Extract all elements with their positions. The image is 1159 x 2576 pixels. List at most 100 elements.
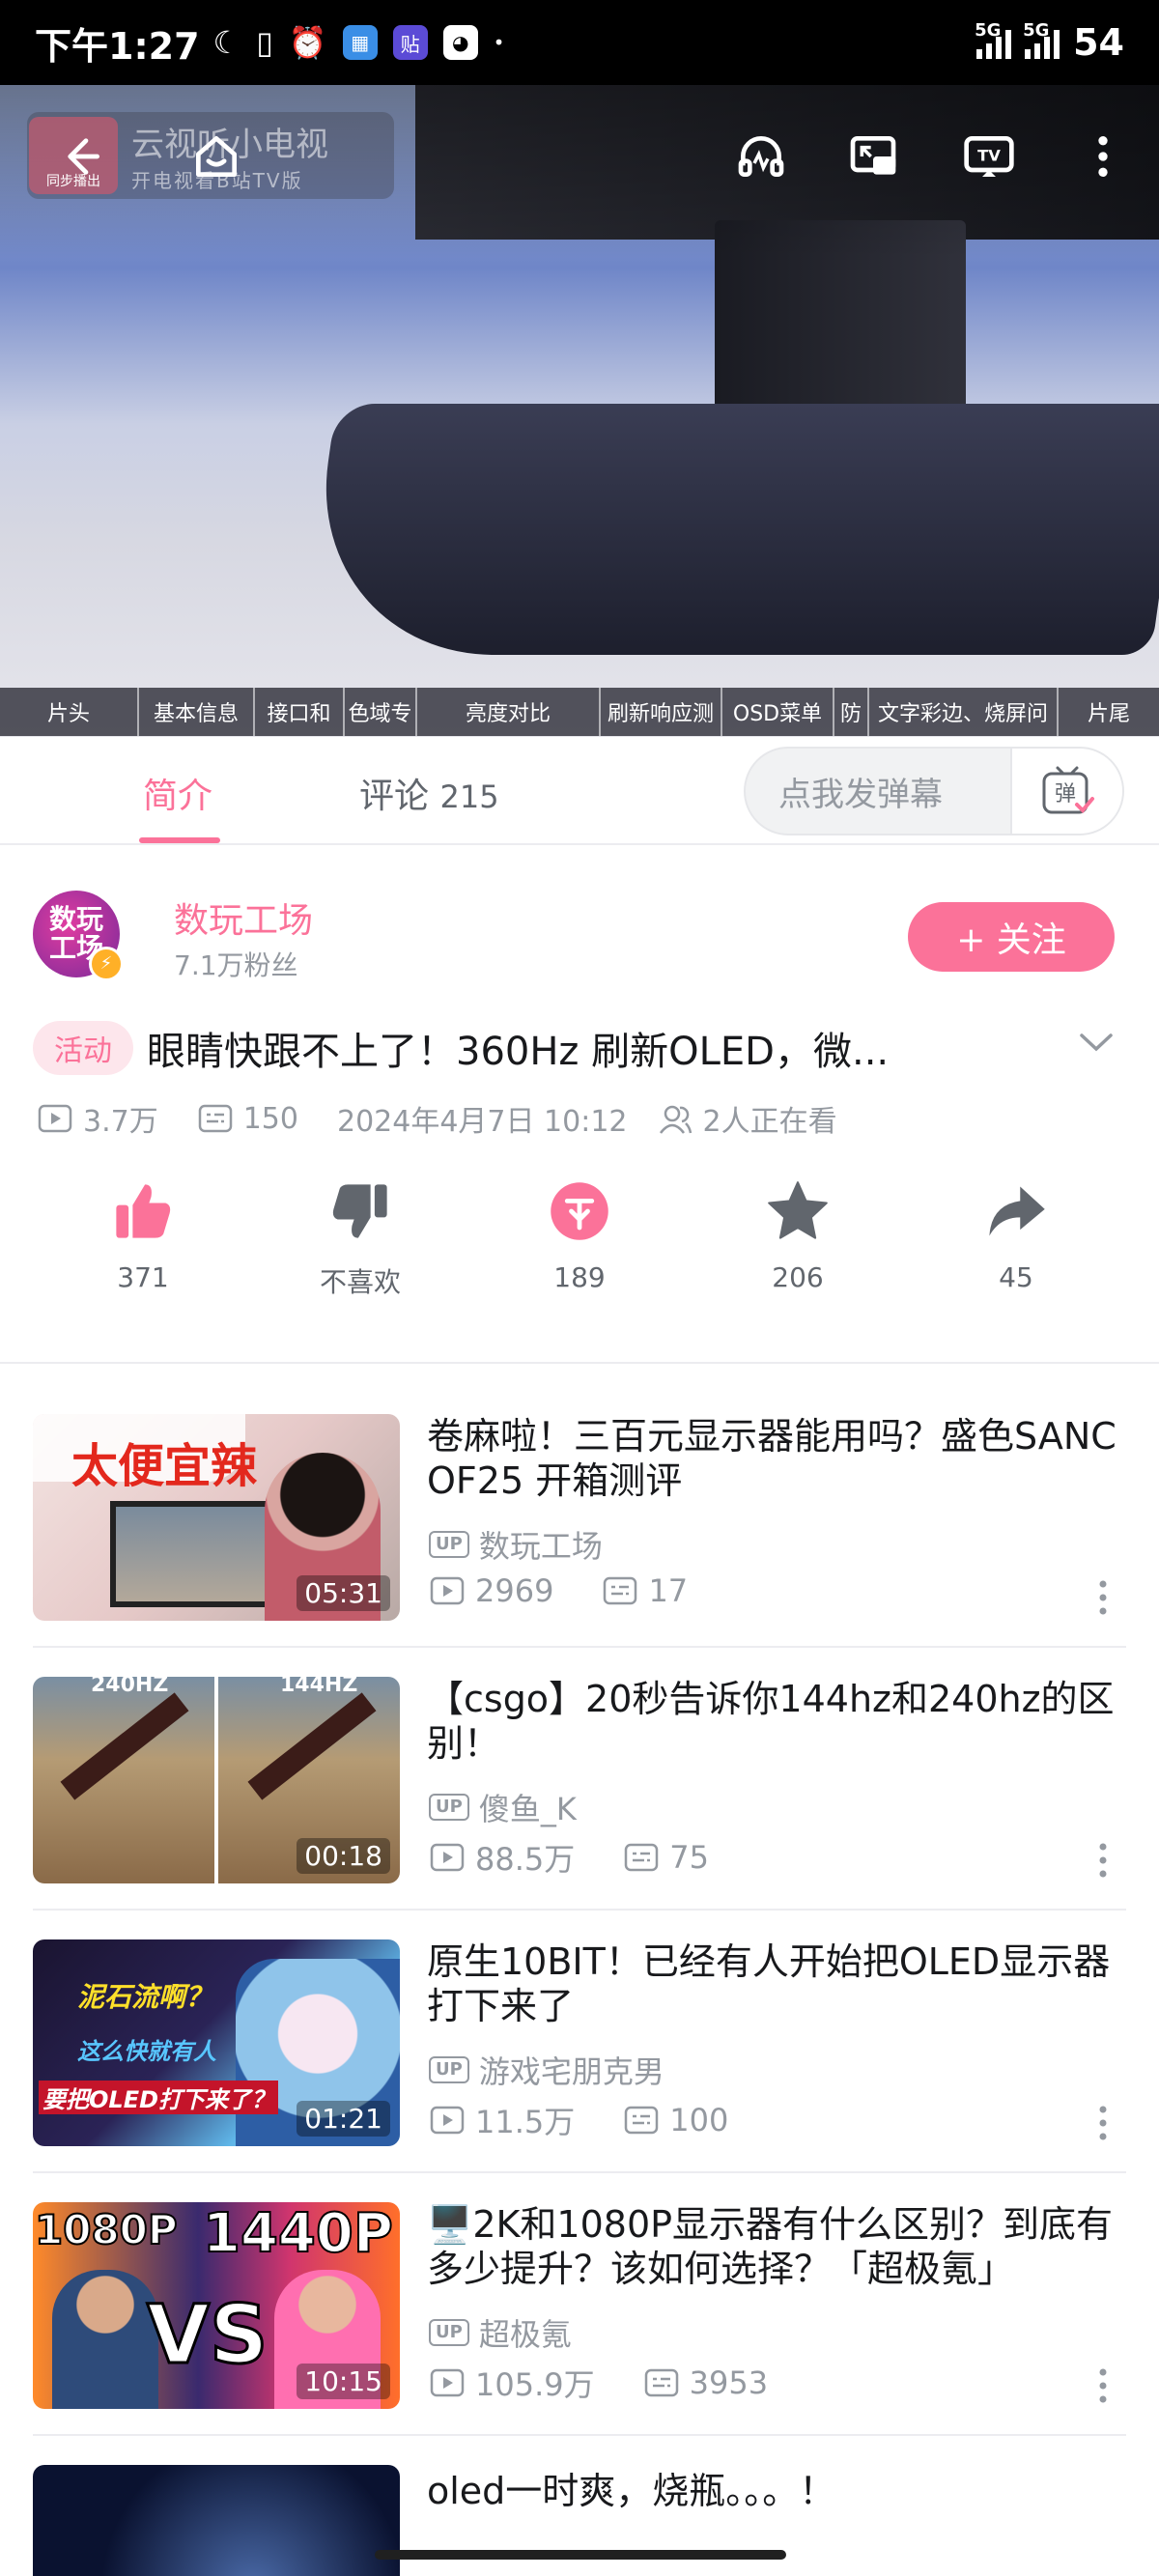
activity-tag[interactable]: 活动 xyxy=(33,1021,133,1075)
uploader-fans: 7.1万粉丝 xyxy=(174,949,298,981)
view-count: 3.7万 xyxy=(83,1105,158,1139)
dislike-button[interactable]: 不喜欢 xyxy=(283,1178,438,1300)
up-badge-icon: UP xyxy=(429,1531,469,1558)
headphones-icon xyxy=(738,136,784,178)
cast-tv-button[interactable]: TV xyxy=(958,126,1020,187)
uploader-name[interactable]: 数玩工场 xyxy=(174,892,313,943)
danmaku-count-icon xyxy=(625,2106,659,2135)
uploader-row: 数玩工场 ⚡ 数玩工场 7.1万粉丝 + 关注 xyxy=(0,869,1159,1014)
video-thumbnail[interactable]: 1080P 1440P VS 10:15 xyxy=(33,2202,400,2409)
video-duration: 05:31 xyxy=(297,1575,390,1611)
danmaku-count-icon xyxy=(604,1576,637,1605)
danmaku-count-icon xyxy=(198,1104,232,1133)
related-video-item[interactable]: 1080P 1440P VS 10:15 🖥️2K和1080P显示器有什么区别？… xyxy=(0,2202,1159,2465)
pip-button[interactable] xyxy=(842,126,904,187)
section-divider xyxy=(0,1362,1159,1364)
related-video-item[interactable]: 太便宜辣 05:31 卷麻啦！三百元显示器能用吗？盛色SANC OF25 开箱测… xyxy=(0,1414,1159,1677)
publish-date: 2024年4月7日 10:12 xyxy=(336,1105,628,1139)
related-video-stats: 105.9万 3953 xyxy=(429,2361,768,2405)
home-indicator[interactable] xyxy=(375,2550,786,2560)
battery-level: 54 xyxy=(1073,21,1124,64)
thumb-character-left xyxy=(52,2270,158,2409)
danmu-icon: 弹 xyxy=(1042,766,1094,814)
related-video-up[interactable]: UP 游戏宅朋克男 xyxy=(429,2048,664,2092)
home-button[interactable] xyxy=(185,126,247,187)
item-separator xyxy=(33,1909,1126,1911)
chapter-item[interactable]: 防 xyxy=(834,688,869,736)
dot-icon: • xyxy=(493,31,505,54)
more-vertical-icon[interactable] xyxy=(1091,1576,1115,1619)
share-arrow-icon xyxy=(989,1186,1045,1236)
related-danmaku-count: 3953 xyxy=(689,2364,769,2401)
chapter-item[interactable]: 片尾 xyxy=(1059,688,1159,736)
item-separator xyxy=(33,2434,1126,2436)
picture-in-picture-icon xyxy=(850,136,896,175)
related-video-up[interactable]: UP 数玩工场 xyxy=(429,1522,603,1567)
video-title: 眼睛快跟不上了！360Hz 刷新OLED，微... xyxy=(147,1030,890,1074)
related-video-item[interactable]: 泥石流啊？ 这么快就有人 要把OLED打下来了？ 01:21 原生10BIT！已… xyxy=(0,1939,1159,2202)
more-vertical-icon[interactable] xyxy=(1091,2102,1115,2144)
chapter-item[interactable]: 接口和 xyxy=(255,688,345,736)
tieba-app-icon: 贴 xyxy=(392,25,428,60)
thumb-split-line xyxy=(214,1677,218,1883)
thumb-caption-left: 1080P xyxy=(34,2205,179,2254)
coin-count: 189 xyxy=(553,1261,606,1293)
back-arrow-icon xyxy=(68,138,99,175)
tab-comments-count: 215 xyxy=(439,778,499,815)
video-thumbnail[interactable] xyxy=(33,2465,400,2576)
avatar[interactable]: 数玩工场 ⚡ xyxy=(33,891,124,981)
related-video-up[interactable]: UP 傻鱼_K xyxy=(429,1785,577,1829)
watching-count: 2人正在看 xyxy=(702,1105,837,1139)
coin-button[interactable]: 189 xyxy=(502,1178,657,1293)
like-button[interactable]: 371 xyxy=(66,1178,220,1293)
item-separator xyxy=(33,2171,1126,2173)
more-vertical-icon[interactable] xyxy=(1091,2364,1115,2407)
related-danmaku-count: 75 xyxy=(669,1839,709,1876)
lightning-badge-icon: ⚡ xyxy=(89,947,124,981)
related-video-item[interactable]: 240HZ 144HZ 00:18 【csgo】20秒告诉你144hz和240h… xyxy=(0,1677,1159,1939)
danmu-placeholder: 点我发弹幕 xyxy=(778,775,943,814)
danmu-input[interactable]: 点我发弹幕 弹 xyxy=(744,747,1124,835)
chapter-bar: 片头 基本信息 接口和 色域专 亮度对比 刷新响应测 OSD菜单 防 文字彩边、… xyxy=(0,688,1159,736)
related-video-stats: 11.5万 100 xyxy=(429,2098,728,2142)
chevron-down-icon[interactable] xyxy=(1072,1018,1120,1066)
item-separator xyxy=(33,1646,1126,1648)
share-button[interactable]: 45 xyxy=(939,1178,1093,1293)
chapter-item[interactable]: OSD菜单 xyxy=(722,688,834,736)
related-up-name: 数玩工场 xyxy=(478,1528,603,1565)
more-vertical-icon[interactable] xyxy=(1091,1839,1115,1882)
chapter-item[interactable]: 亮度对比 xyxy=(417,688,601,736)
danmu-toggle-button[interactable]: 弹 xyxy=(1010,749,1122,834)
video-thumbnail[interactable]: 泥石流啊？ 这么快就有人 要把OLED打下来了？ 01:21 xyxy=(33,1939,400,2146)
chapter-item[interactable]: 基本信息 xyxy=(139,688,255,736)
chapter-item[interactable]: 文字彩边、烧屏问 xyxy=(869,688,1059,736)
video-duration: 10:15 xyxy=(297,2364,390,2399)
video-thumbnail[interactable]: 240HZ 144HZ 00:18 xyxy=(33,1677,400,1883)
tab-comments[interactable]: 评论 215 xyxy=(359,768,499,818)
related-video-up[interactable]: UP 超极氪 xyxy=(429,2310,572,2355)
audio-only-button[interactable] xyxy=(730,126,792,187)
tab-intro[interactable]: 简介 xyxy=(143,768,212,818)
video-title-row[interactable]: 活动 眼睛快跟不上了！360Hz 刷新OLED，微... xyxy=(33,1014,1134,1082)
chapter-item[interactable]: 刷新响应测 xyxy=(601,688,722,736)
moon-icon: ☾ xyxy=(212,24,241,61)
signal-1-icon: 5G xyxy=(975,20,1012,59)
related-view-count: 88.5万 xyxy=(475,1841,576,1878)
video-player[interactable]: 同步播出 云视听小电视 开电视看B站TV版 TV xyxy=(0,85,1159,737)
danmaku-count: 150 xyxy=(242,1101,298,1136)
chapter-item[interactable]: 片头 xyxy=(0,688,139,736)
related-video-title: 原生10BIT！已经有人开始把OLED显示器打下来了 xyxy=(427,1940,1111,2027)
favorite-button[interactable]: 206 xyxy=(721,1178,875,1293)
more-options-button[interactable] xyxy=(1072,126,1134,187)
chapter-item[interactable]: 色域专 xyxy=(345,688,417,736)
watching-people-icon xyxy=(659,1105,692,1134)
related-video-stats: 88.5万 75 xyxy=(429,1835,709,1880)
dislike-label: 不喜欢 xyxy=(319,1266,401,1298)
back-button[interactable] xyxy=(48,126,110,187)
star-icon xyxy=(768,1181,828,1239)
video-thumbnail[interactable]: 太便宜辣 05:31 xyxy=(33,1414,400,1621)
play-count-icon xyxy=(430,1576,465,1605)
qq-app-icon: ◕ xyxy=(442,25,478,60)
follow-button[interactable]: + 关注 xyxy=(908,902,1115,972)
thumb-caption-vs: VS xyxy=(146,2286,270,2384)
